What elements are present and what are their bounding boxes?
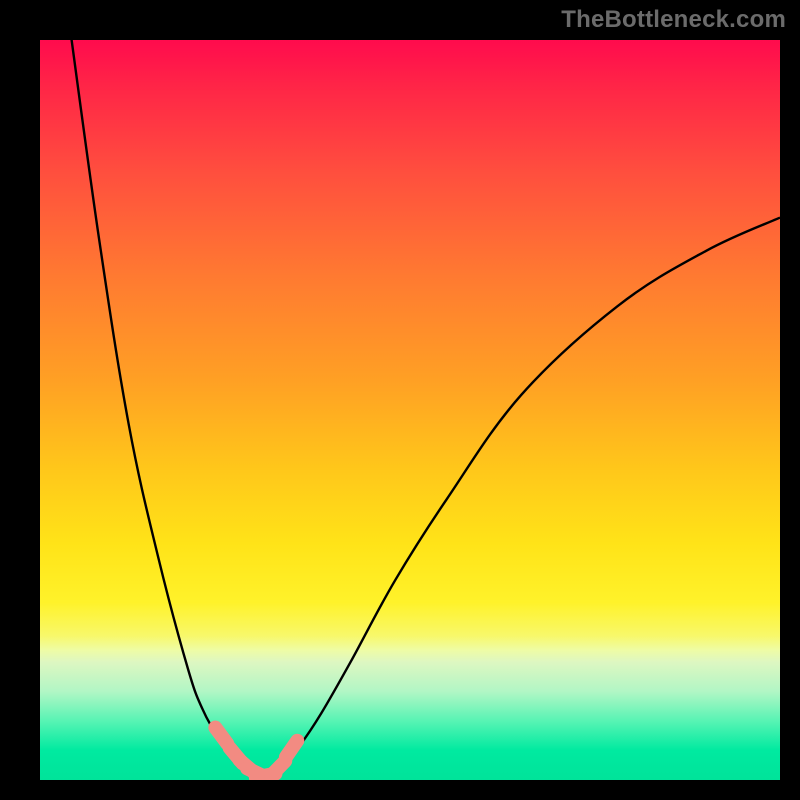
watermark-text: TheBottleneck.com: [561, 6, 786, 34]
trough-marker: [286, 741, 297, 757]
right-branch-curve: [262, 218, 780, 776]
trough-marker: [215, 728, 227, 744]
plot-area: [40, 40, 780, 780]
curve-layer: [40, 40, 780, 780]
chart-frame: TheBottleneck.com: [0, 0, 800, 800]
left-branch-curve: [70, 40, 262, 776]
trough-markers: [215, 728, 297, 778]
